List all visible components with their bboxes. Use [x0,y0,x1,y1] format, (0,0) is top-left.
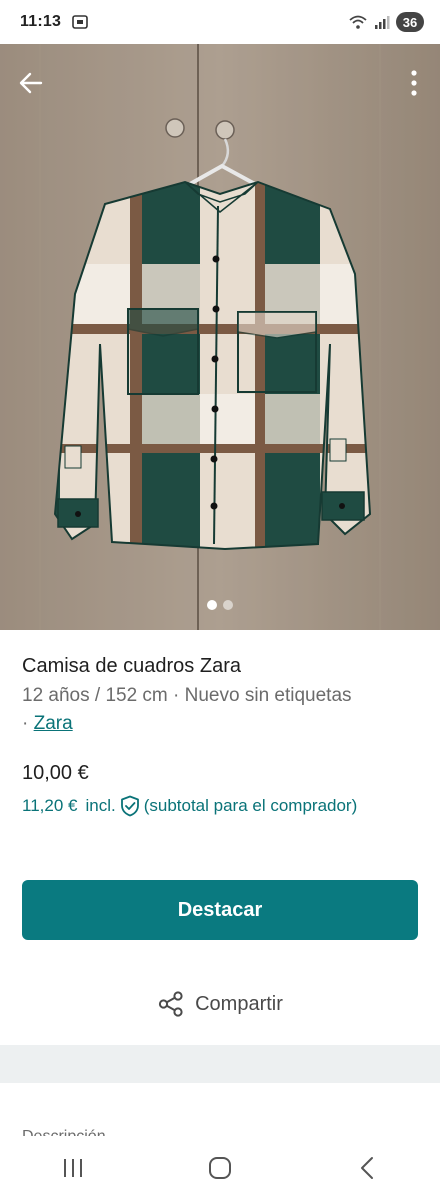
brand-separator: · [22,713,34,734]
brand-link[interactable]: Zara [34,713,73,734]
product-info: Camisa de cuadros Zara 12 años / 152 cm … [22,652,422,738]
recents-button[interactable] [43,1148,103,1188]
buyer-price-row[interactable]: 11,20 € incl. (subtotal para el comprado… [22,795,357,817]
battery-indicator: 36 [396,12,424,32]
shield-check-icon [120,795,139,817]
share-icon [158,991,183,1017]
carousel-dot[interactable] [223,600,233,610]
destacar-button[interactable]: Destacar [22,880,418,940]
carousel-dot[interactable] [207,600,217,610]
recents-icon [64,1159,83,1177]
product-details: 12 años / 152 cm · Nuevo sin etiquetas ·… [22,682,422,738]
product-photo-carousel[interactable] [0,44,440,630]
buyer-price-note: (subtotal para el comprador) [143,796,358,815]
status-time: 11:13 [20,13,62,30]
product-photo [0,44,440,630]
description-heading: Descripción [22,1124,106,1136]
nav-back-button[interactable] [337,1148,397,1188]
home-button[interactable] [190,1148,250,1188]
share-label: Compartir [195,992,283,1015]
item-price: 10,00 € [22,762,89,784]
share-button[interactable]: Compartir [0,984,440,1024]
more-options-button[interactable] [404,66,424,100]
product-size-condition: 12 años / 152 cm · Nuevo sin etiquetas [22,685,352,706]
status-icons: 36 [348,12,424,32]
buyer-price: 11,20 € [22,796,78,815]
product-title: Camisa de cuadros Zara [22,655,241,677]
system-nav-bar [0,1136,440,1200]
nav-back-icon [360,1157,373,1179]
back-button[interactable] [14,66,48,100]
back-arrow-icon [19,72,43,94]
status-bar: 11:13 36 [0,0,440,44]
wifi-icon [349,15,367,29]
carousel-indicator [0,600,440,610]
home-icon [208,1157,231,1179]
screenshot-icon [72,15,88,29]
section-divider [0,1045,440,1083]
more-vert-icon [411,70,417,96]
buyer-incl-label: incl. [85,796,116,815]
signal-icon [375,16,390,29]
